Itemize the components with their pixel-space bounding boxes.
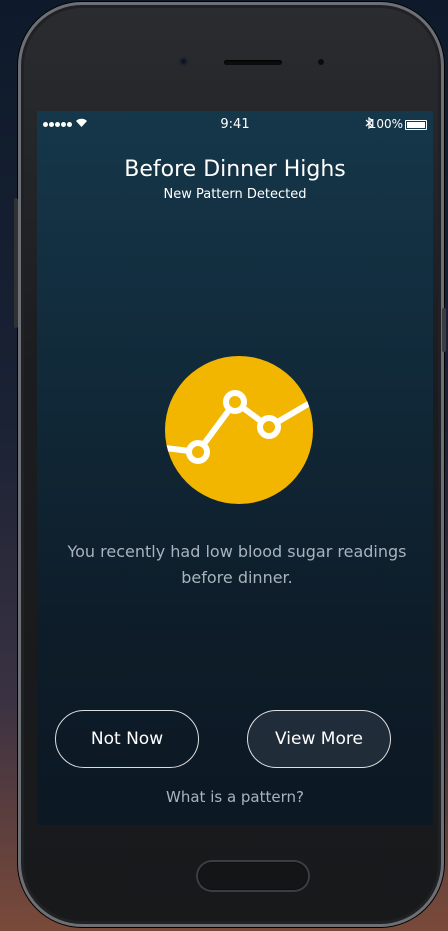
battery-percent: 100% [368,117,403,131]
earpiece-speaker [224,60,282,65]
view-more-button[interactable]: View More [247,710,391,768]
home-button[interactable] [196,860,310,892]
battery-icon [405,120,427,130]
silent-switch [14,198,18,328]
line-chart-icon [165,356,313,504]
pattern-message: You recently had low blood sugar reading… [67,542,407,587]
status-bar: 9:41 100% [37,116,433,133]
power-button [442,308,446,352]
page-subtitle: New Pattern Detected [163,187,307,202]
app-screen: 9:41 100% Before Dinner Highs New Patter… [37,111,433,825]
proximity-sensor [318,59,324,65]
page-title: Before Dinner Highs [124,157,346,182]
front-camera [179,57,188,66]
not-now-button[interactable]: Not Now [55,710,199,768]
what-is-pattern-link[interactable]: What is a pattern? [37,788,433,806]
